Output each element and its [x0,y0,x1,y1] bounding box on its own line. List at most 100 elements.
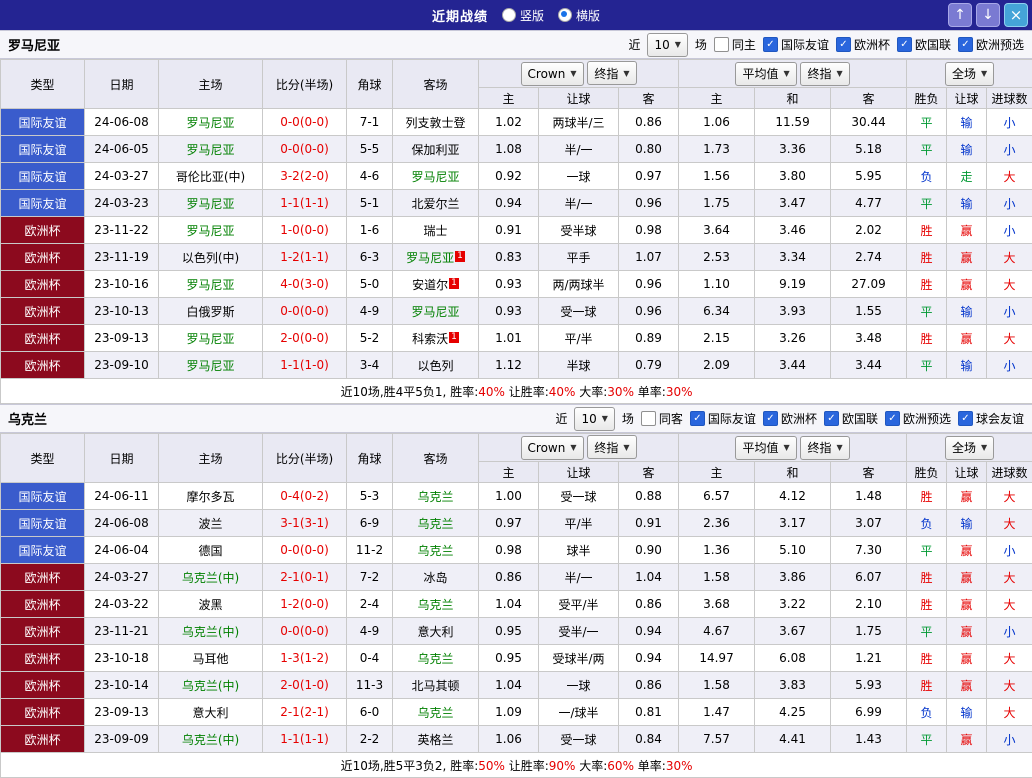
avg-odds-cell: 3.26 [755,325,831,352]
away-team-cell[interactable]: 科索沃1 [393,325,479,352]
home-team-cell[interactable]: 罗马尼亚 [159,136,263,163]
avg-final-select[interactable]: 终指▼ [800,62,849,86]
away-team-cell[interactable]: 乌克兰 [393,510,479,537]
home-team-cell[interactable]: 乌克兰(中) [159,726,263,753]
away-team-cell[interactable]: 罗马尼亚1 [393,244,479,271]
score-cell[interactable]: 3-2(2-0) [263,163,347,190]
score-cell[interactable]: 1-3(1-2) [263,645,347,672]
score-cell[interactable]: 0-4(0-2) [263,483,347,510]
team-name: 乌克兰(中) [182,679,239,693]
fulltime-select[interactable]: 全场▼ [945,436,994,460]
league-checkbox[interactable]: ✓欧洲预选 [958,36,1024,53]
home-team-cell[interactable]: 波黑 [159,591,263,618]
away-team-cell[interactable]: 乌克兰 [393,645,479,672]
home-team-cell[interactable]: 乌克兰(中) [159,564,263,591]
score-cell[interactable]: 1-2(0-0) [263,591,347,618]
away-team-cell[interactable]: 乌克兰 [393,483,479,510]
home-team-cell[interactable]: 波兰 [159,510,263,537]
score-cell[interactable]: 1-0(0-0) [263,217,347,244]
league-checkbox[interactable]: ✓球会友谊 [958,410,1024,427]
home-team-cell[interactable]: 马耳他 [159,645,263,672]
away-team-cell[interactable]: 英格兰 [393,726,479,753]
away-team-cell[interactable]: 保加利亚 [393,136,479,163]
fulltime-select[interactable]: 全场▼ [945,62,994,86]
league-checkbox[interactable]: ✓欧洲杯 [836,36,890,53]
away-team-cell[interactable]: 乌克兰 [393,537,479,564]
avg-final-select[interactable]: 终指▼ [800,436,849,460]
score-cell[interactable]: 4-0(3-0) [263,271,347,298]
league-checkbox[interactable]: ✓国际友谊 [690,410,756,427]
layout-radio-vertical[interactable]: 竖版 [502,7,544,24]
league-checkbox[interactable]: ✓欧洲预选 [885,410,951,427]
odds-final-select[interactable]: 终指▼ [587,435,636,459]
home-team-cell[interactable]: 罗马尼亚 [159,217,263,244]
odds-cell: 0.94 [479,190,539,217]
same-venue-checkbox[interactable]: 同客 [641,410,683,427]
avg-source-select[interactable]: 平均值▼ [735,62,796,86]
away-team-cell[interactable]: 北爱尔兰 [393,190,479,217]
match-row: 国际友谊24-06-08罗马尼亚0-0(0-0)7-1列支敦士登1.02两球半/… [1,109,1032,136]
home-team-cell[interactable]: 以色列(中) [159,244,263,271]
score-cell[interactable]: 3-1(3-1) [263,510,347,537]
match-count-select[interactable]: 10▼ [647,33,687,57]
score-cell[interactable]: 2-1(2-1) [263,699,347,726]
avg-source-select[interactable]: 平均值▼ [735,436,796,460]
score-cell[interactable]: 1-1(1-0) [263,352,347,379]
score-cell[interactable]: 0-0(0-0) [263,109,347,136]
score-cell[interactable]: 0-0(0-0) [263,618,347,645]
away-team-cell[interactable]: 乌克兰 [393,699,479,726]
odds-cell: 0.90 [619,537,679,564]
result-cell: 小 [987,190,1032,217]
away-team-cell[interactable]: 罗马尼亚 [393,298,479,325]
league-checkbox[interactable]: ✓欧国联 [824,410,878,427]
away-team-cell[interactable]: 安道尔1 [393,271,479,298]
home-team-cell[interactable]: 乌克兰(中) [159,672,263,699]
away-team-cell[interactable]: 瑞士 [393,217,479,244]
away-team-cell[interactable]: 罗马尼亚 [393,163,479,190]
same-venue-checkbox[interactable]: 同主 [714,36,756,53]
score-cell[interactable]: 1-2(1-1) [263,244,347,271]
result-cell: 胜 [907,271,947,298]
away-team-cell[interactable]: 北马其顿 [393,672,479,699]
score-cell[interactable]: 0-0(0-0) [263,136,347,163]
home-team-cell[interactable]: 德国 [159,537,263,564]
scroll-up-button[interactable]: ↑ [948,3,972,27]
home-team-cell[interactable]: 白俄罗斯 [159,298,263,325]
corner-cell: 4-6 [347,163,393,190]
layout-radio-horizontal[interactable]: 横版 [558,7,600,24]
close-button[interactable]: × [1004,3,1028,27]
home-team-cell[interactable]: 罗马尼亚 [159,352,263,379]
score-cell[interactable]: 2-0(1-0) [263,672,347,699]
odds-final-select[interactable]: 终指▼ [587,61,636,85]
home-team-cell[interactable]: 哥伦比亚(中) [159,163,263,190]
score-cell[interactable]: 2-0(0-0) [263,325,347,352]
home-team-cell[interactable]: 罗马尼亚 [159,190,263,217]
home-team-cell[interactable]: 意大利 [159,699,263,726]
odds-source-select[interactable]: Crown▼ [521,436,584,460]
home-team-cell[interactable]: 摩尔多瓦 [159,483,263,510]
league-checkbox[interactable]: ✓欧洲杯 [763,410,817,427]
match-date: 24-03-23 [85,190,159,217]
score-cell[interactable]: 1-1(1-1) [263,726,347,753]
score-cell[interactable]: 0-0(0-0) [263,537,347,564]
away-team-cell[interactable]: 冰岛 [393,564,479,591]
score-cell[interactable]: 0-0(0-0) [263,298,347,325]
odds-source-select[interactable]: Crown▼ [521,62,584,86]
match-count-select[interactable]: 10▼ [574,407,614,431]
odds-cell: 1.04 [479,591,539,618]
home-team-cell[interactable]: 罗马尼亚 [159,109,263,136]
home-team-cell[interactable]: 罗马尼亚 [159,325,263,352]
away-team-cell[interactable]: 乌克兰 [393,591,479,618]
scroll-down-button[interactable]: ↓ [976,3,1000,27]
league-checkbox[interactable]: ✓国际友谊 [763,36,829,53]
away-team-cell[interactable]: 列支敦士登 [393,109,479,136]
league-checkbox[interactable]: ✓欧国联 [897,36,951,53]
score-cell[interactable]: 2-1(0-1) [263,564,347,591]
home-team-cell[interactable]: 乌克兰(中) [159,618,263,645]
score-cell[interactable]: 1-1(1-1) [263,190,347,217]
competition-type: 国际友谊 [1,136,85,163]
away-team-cell[interactable]: 以色列 [393,352,479,379]
away-team-cell[interactable]: 意大利 [393,618,479,645]
team-name: 乌克兰 [417,598,453,612]
home-team-cell[interactable]: 罗马尼亚 [159,271,263,298]
